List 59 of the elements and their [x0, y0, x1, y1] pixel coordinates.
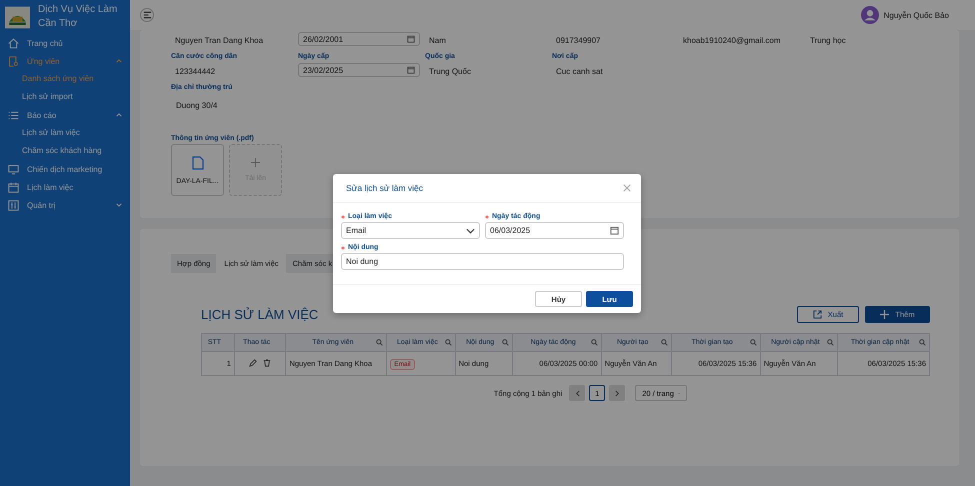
field-value: 123344442 [174, 66, 216, 78]
calendar-icon [610, 226, 619, 235]
sidebar-item[interactable]: Lịch làm việc [0, 178, 130, 196]
dialog-title: Sửa lịch sử làm việc [346, 183, 424, 193]
date-field[interactable]: 23/02/2025 [298, 63, 420, 77]
home-icon [8, 38, 19, 48]
document-person-icon [8, 56, 19, 66]
delete-icon[interactable] [263, 358, 272, 366]
calendar-icon [8, 182, 19, 192]
address-field[interactable]: Duong 30/4 [171, 94, 928, 127]
chevron-down-icon [466, 228, 475, 234]
type-select[interactable]: Email [341, 222, 480, 239]
monitor-icon [8, 164, 19, 174]
search-icon[interactable] [590, 339, 598, 346]
prev-page-button[interactable] [569, 385, 586, 401]
search-icon[interactable] [827, 339, 834, 346]
sidebar-item[interactable]: Báo cáo [0, 106, 130, 124]
search-icon[interactable] [919, 339, 926, 346]
menu-icon [142, 11, 152, 19]
user-name[interactable]: Nguyễn Quốc Bảo [884, 10, 949, 20]
plus-icon [251, 158, 260, 167]
search-icon[interactable] [502, 339, 509, 346]
menu-button[interactable] [140, 8, 154, 22]
file-icon [192, 156, 204, 170]
brand-title: Dịch Vụ Việc Làm Cần Thơ [38, 3, 118, 31]
date-field[interactable]: 06/03/2025 [485, 222, 624, 239]
list-icon [8, 110, 19, 120]
sidebar-subitem[interactable]: Lịch sử import [0, 88, 130, 106]
plus-icon [880, 310, 890, 319]
field-value: Cuc canh sat [555, 66, 604, 78]
close-icon[interactable] [623, 184, 631, 192]
sidebar-item[interactable]: Chiến dịch marketing [0, 160, 130, 178]
sidebar-item[interactable]: Quản trị [0, 196, 130, 214]
field-value: Trung Quốc [428, 66, 472, 78]
chevron-left-icon [574, 390, 580, 396]
logo-icon [5, 6, 30, 28]
edit-icon[interactable] [249, 358, 258, 366]
search-icon[interactable] [376, 339, 384, 346]
field-value: Nam [428, 35, 447, 47]
chevron-right-icon [614, 390, 620, 396]
sidebar-subitem[interactable]: Lịch sử làm việc [0, 124, 130, 142]
field-value: 0917349907 [555, 35, 602, 47]
content-field[interactable]: Noi dung [341, 253, 624, 270]
search-icon[interactable] [750, 339, 757, 346]
search-icon[interactable] [444, 339, 452, 346]
sliders-icon [8, 200, 19, 210]
date-field[interactable]: 26/02/2001 [298, 32, 420, 46]
field-value: khoab1910240@gmail.com [682, 35, 782, 47]
field-value: Nguyen Tran Dang Khoa [174, 35, 264, 47]
section-title: LỊCH SỬ LÀM VIỆC [201, 307, 318, 322]
sidebar-subitem[interactable]: Chăm sóc khách hàng [0, 142, 130, 160]
next-page-button[interactable] [609, 385, 626, 401]
calendar-icon [407, 35, 415, 43]
export-icon [812, 310, 822, 319]
search-icon[interactable] [660, 339, 668, 346]
avatar-icon[interactable] [860, 6, 879, 24]
sidebar-item[interactable]: Trang chủ [0, 34, 130, 52]
calendar-icon [407, 66, 415, 74]
field-value: Trung học [809, 35, 847, 47]
